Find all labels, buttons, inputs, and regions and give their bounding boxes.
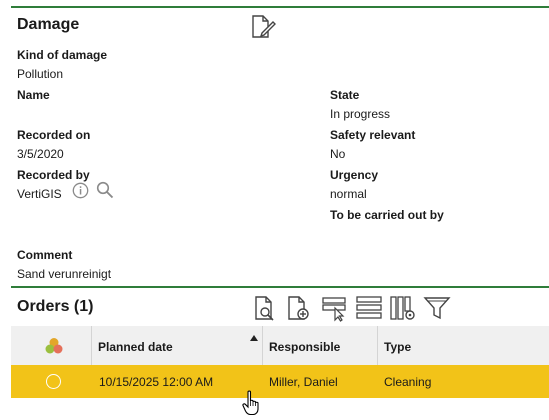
urgency-value: normal: [330, 187, 367, 201]
orders-table-header: Planned date Responsible Type: [11, 326, 549, 367]
column-settings-icon[interactable]: [389, 294, 417, 322]
status-indicator: [46, 374, 61, 389]
sort-ascending-icon[interactable]: [250, 335, 258, 341]
kind-of-damage-label: Kind of damage: [17, 48, 108, 62]
column-separator: [377, 326, 378, 367]
column-header-planned-date[interactable]: Planned date: [98, 340, 173, 354]
comment-value: Sand verunreinigt: [17, 267, 112, 281]
carried-out-by-label: To be carried out by: [330, 208, 444, 222]
state-label: State: [330, 88, 360, 102]
column-separator: [262, 326, 263, 367]
cell-planned-date: 10/15/2025 12:00 AM: [99, 375, 214, 389]
view-document-icon[interactable]: [251, 294, 279, 322]
cell-type: Cleaning: [384, 375, 432, 389]
edit-document-icon[interactable]: [249, 14, 277, 40]
comment-label: Comment: [17, 248, 73, 262]
add-document-icon[interactable]: [284, 294, 312, 322]
search-icon[interactable]: [96, 181, 114, 199]
urgency-label: Urgency: [330, 168, 379, 182]
select-rows-icon[interactable]: [321, 294, 349, 322]
info-icon[interactable]: [72, 182, 89, 199]
recorded-on-label: Recorded on: [17, 128, 91, 142]
recorded-by-value: VertiGIS: [17, 187, 62, 201]
damage-title: Damage: [17, 16, 80, 33]
list-view-icon[interactable]: [355, 294, 383, 322]
cell-responsible: Miller, Daniel: [269, 375, 338, 389]
recorded-by-label: Recorded by: [17, 168, 90, 182]
name-label: Name: [17, 88, 50, 102]
state-value: In progress: [330, 107, 391, 121]
column-header-type[interactable]: Type: [384, 340, 411, 354]
recorded-on-value: 3/5/2020: [17, 147, 64, 161]
column-header-responsible[interactable]: Responsible: [269, 340, 340, 354]
status-column-icon: [45, 338, 63, 354]
safety-relevant-label: Safety relevant: [330, 128, 416, 142]
hand-pointer-icon: [242, 390, 259, 416]
column-separator: [91, 326, 92, 367]
kind-of-damage-value: Pollution: [17, 67, 64, 81]
orders-title: Orders (1): [17, 298, 94, 315]
section-divider-top: [11, 6, 549, 8]
filter-icon[interactable]: [423, 294, 451, 322]
safety-relevant-value: No: [330, 147, 346, 161]
section-divider-orders: [11, 286, 549, 288]
table-row[interactable]: 10/15/2025 12:00 AM Miller, Daniel Clean…: [11, 365, 549, 398]
